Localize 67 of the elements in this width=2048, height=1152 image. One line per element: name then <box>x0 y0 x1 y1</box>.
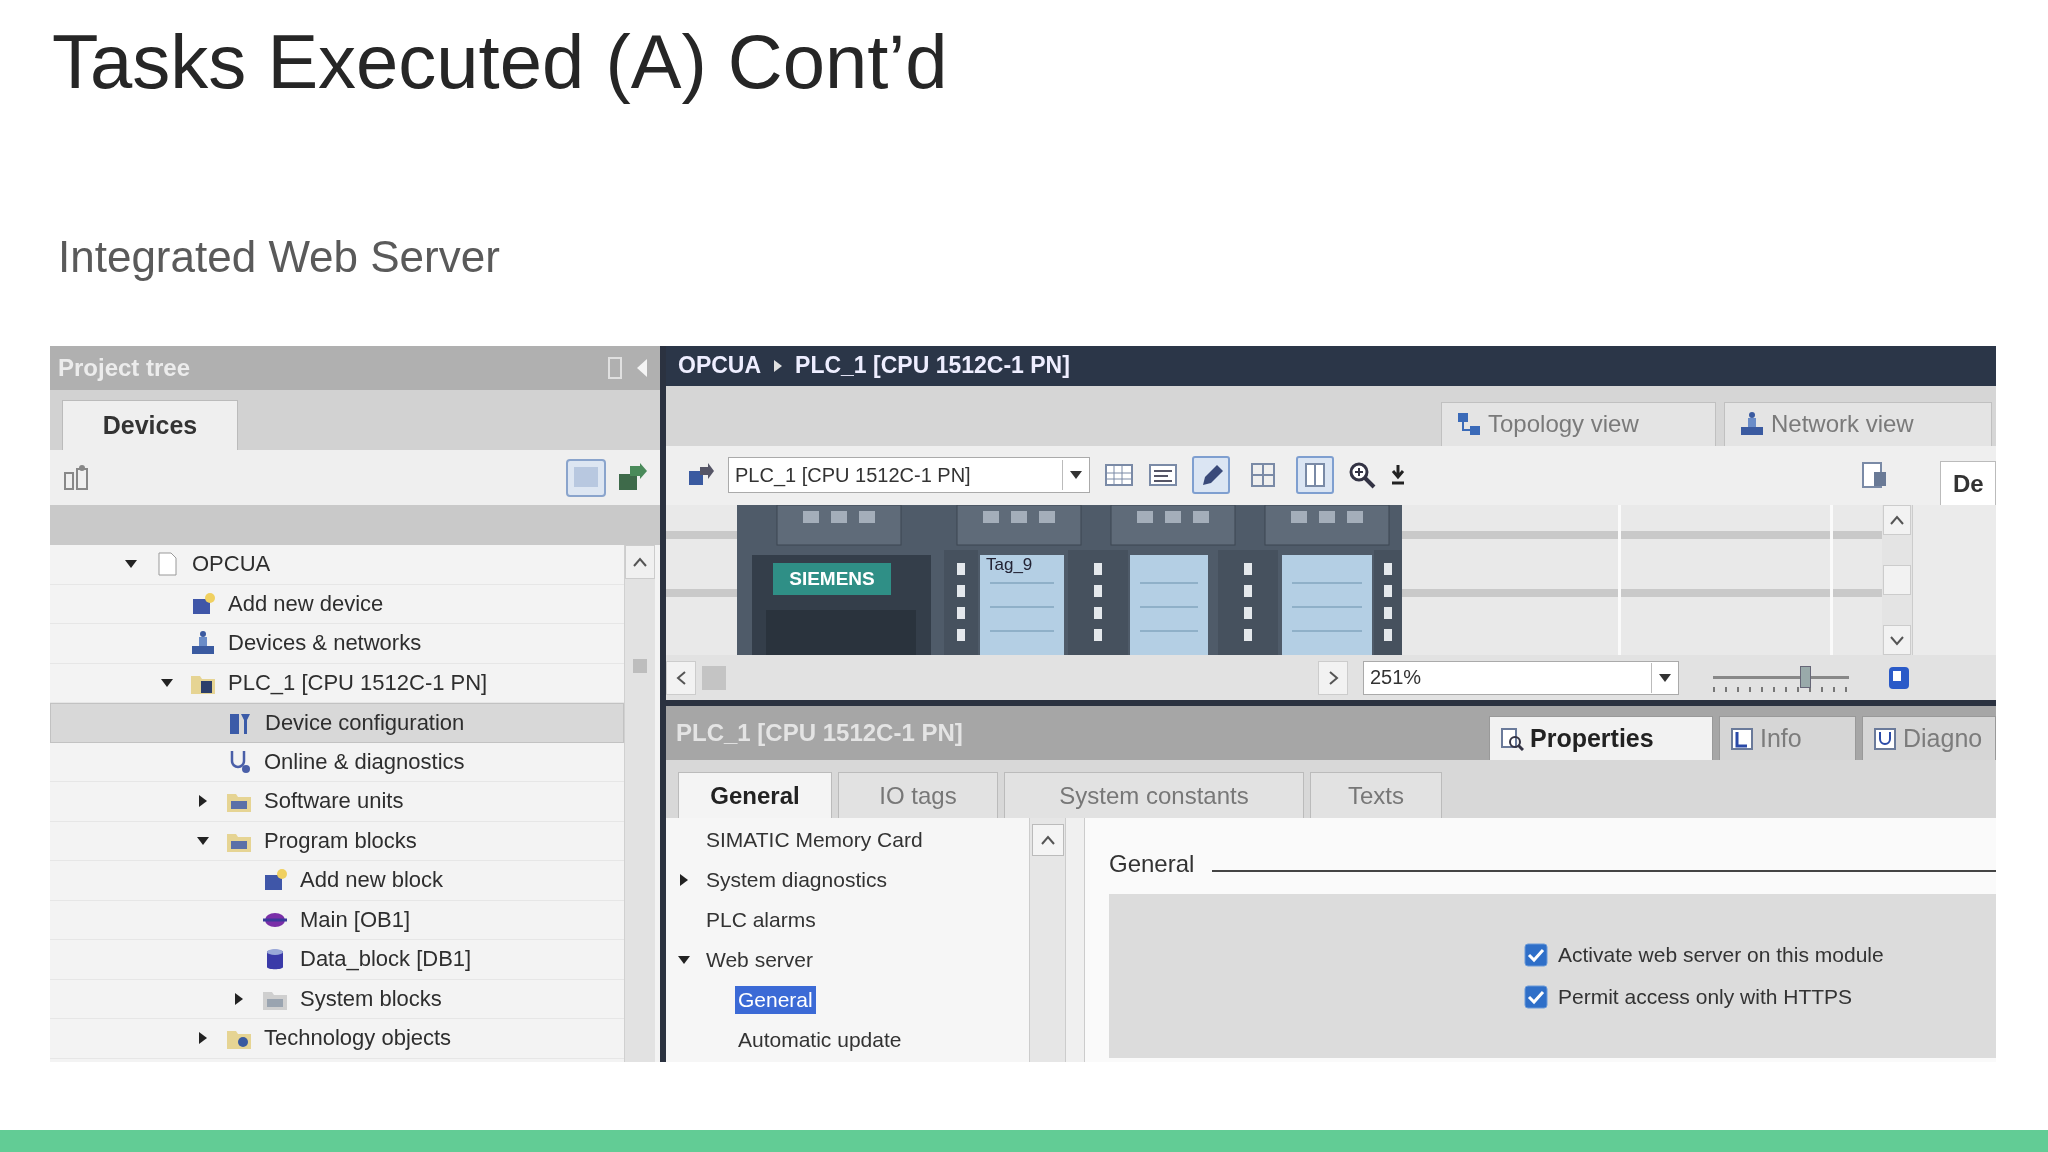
section-title: General <box>1109 850 1195 878</box>
tree-item[interactable]: OPCUA <box>50 545 624 585</box>
nav-item[interactable]: Automatic update <box>735 1026 905 1054</box>
properties-icon <box>1500 726 1524 751</box>
toggle-button[interactable] <box>1192 456 1230 495</box>
download-icon[interactable] <box>1390 463 1406 488</box>
slide-subtitle: Integrated Web Server <box>58 232 501 282</box>
tree-item[interactable]: Main [OB1] <box>50 900 624 940</box>
checkbox[interactable] <box>1524 985 1548 1009</box>
vertical-scrollbar[interactable] <box>1882 505 1912 656</box>
vertical-scrollbar[interactable] <box>1029 818 1065 1062</box>
nav-item[interactable]: General <box>735 986 816 1014</box>
stethoscope-icon <box>1873 726 1897 751</box>
nav-item[interactable]: SIMATIC Memory Card <box>703 826 926 854</box>
scroll-thumb[interactable] <box>633 659 647 673</box>
scroll-left-button[interactable] <box>666 660 696 695</box>
inspector-tab[interactable]: Properties <box>1489 716 1713 760</box>
devices-tab[interactable]: Devices <box>62 400 238 450</box>
panel-title: PLC_1 [CPU 1512C-1 PN] <box>675 719 964 747</box>
nav-item[interactable]: PLC alarms <box>703 906 819 934</box>
scroll-thumb[interactable] <box>702 665 726 690</box>
fit-icon[interactable] <box>1887 664 1911 691</box>
tag-label: Tag_9 <box>986 555 1033 576</box>
tree-item[interactable]: Add new device <box>50 584 624 624</box>
tree-item[interactable]: Devices & networks <box>50 624 624 664</box>
overview-icon[interactable] <box>1860 460 1888 491</box>
caret-icon <box>1070 471 1082 480</box>
nav-item[interactable]: System diagnostics <box>703 866 890 894</box>
network-icon <box>190 630 216 657</box>
scroll-thumb[interactable] <box>1883 565 1911 596</box>
scroll-up-button[interactable] <box>1883 505 1911 536</box>
tree-item[interactable]: Data_block [DB1] <box>50 940 624 980</box>
device-dropdown[interactable]: PLC_1 [CPU 1512C-1 PN] <box>728 457 1090 494</box>
tree-item[interactable]: Software units <box>50 782 624 822</box>
tree-item[interactable]: Online & diagnostics <box>50 742 624 782</box>
checkbox-label: Activate web server on this module <box>1558 943 1884 967</box>
breadcrumb-separator-icon <box>773 358 784 373</box>
tree-item[interactable]: Technology objects <box>50 1019 624 1059</box>
zoom-slider[interactable] <box>1713 663 1849 692</box>
grid-icon <box>1249 461 1277 490</box>
zoom-field[interactable]: 251% <box>1363 660 1679 695</box>
caret-icon <box>1659 673 1671 682</box>
topology-icon <box>1456 411 1482 437</box>
brand-label: SIEMENS <box>773 563 891 596</box>
panel-title: Project tree <box>58 354 192 382</box>
info-icon <box>1730 726 1754 751</box>
breadcrumb-item[interactable]: OPCUA <box>678 352 762 380</box>
breadcrumb-item[interactable]: PLC_1 [CPU 1512C-1 PN] <box>795 352 1070 380</box>
tree-item[interactable]: Device configuration <box>50 703 624 743</box>
add-icon <box>190 590 216 617</box>
side-tab[interactable]: De <box>1940 461 1996 506</box>
scroll-up-button[interactable] <box>1032 824 1064 856</box>
tree-item[interactable]: Add new block <box>50 861 624 901</box>
scroll-down-button[interactable] <box>1883 625 1911 656</box>
tree-item[interactable]: Program blocks <box>50 821 624 861</box>
slide-title: Tasks Executed (A) Cont’d <box>52 22 949 102</box>
toggle-button[interactable] <box>1296 456 1334 495</box>
scroll-up-button[interactable] <box>625 545 655 579</box>
nav-item[interactable]: Web server <box>703 946 816 974</box>
checkbox-label: Permit access only with HTTPS <box>1558 985 1853 1009</box>
tree-item[interactable]: System blocks <box>50 979 624 1019</box>
scroll-right-button[interactable] <box>1318 660 1348 695</box>
checkbox[interactable] <box>1524 943 1548 967</box>
network-icon <box>1739 411 1765 437</box>
section-tab[interactable]: General <box>678 772 832 818</box>
zoom-icon[interactable] <box>1348 461 1376 490</box>
vertical-scrollbar[interactable] <box>624 545 655 1062</box>
